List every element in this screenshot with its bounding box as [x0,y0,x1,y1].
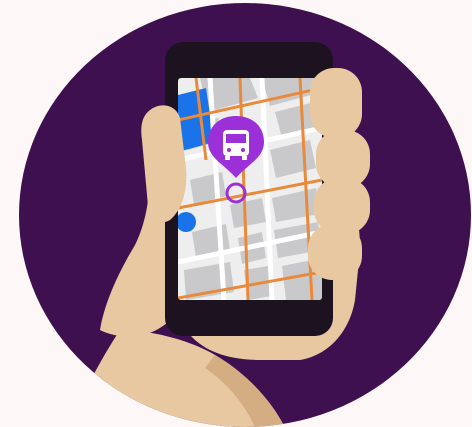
illustration-scene [0,0,472,427]
hand-thumb-front [141,105,187,223]
bus-icon [223,130,249,160]
map-lake [178,212,196,232]
illustration-svg [0,0,472,427]
map-screen [178,78,322,300]
